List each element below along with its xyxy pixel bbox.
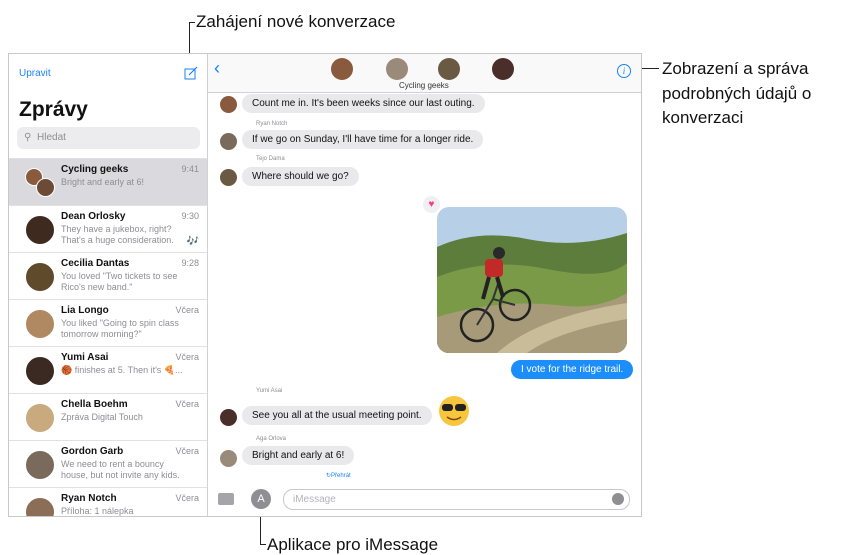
conversation-time: 9:30	[181, 211, 199, 221]
conversation-item-cecilia-dantas[interactable]: Cecilia Dantas 9:28 You loved "Two ticke…	[9, 252, 207, 299]
sunglasses-emoji-sticker	[439, 396, 469, 426]
search-placeholder: Hledat	[37, 132, 66, 143]
sender-name: Yumi Asai	[256, 388, 283, 394]
conversation-pane: ‹ Cycling geeks i Count me in. It's been…	[208, 54, 641, 516]
search-input[interactable]: ⚲ Hledat	[17, 127, 200, 149]
conversation-item-gordon-garb[interactable]: Gordon Garb Včera We need to rent a boun…	[9, 440, 207, 487]
conversation-preview: Příloha: 1 nálepka	[61, 506, 134, 516]
conversation-item-dean-orlosky[interactable]: Dean Orlosky 9:30 They have a jukebox, r…	[9, 205, 207, 252]
conversation-name: Chella Boehm	[61, 399, 128, 410]
conversation-preview: You loved "Two tickets to see Rico's new…	[61, 271, 178, 292]
page-title: Zprávy	[19, 98, 88, 121]
conversation-item-chella-boehm[interactable]: Chella Boehm Včera Zpráva Digital Touch	[9, 393, 207, 440]
avatar	[25, 215, 55, 245]
callout-line-new-conversation-h	[189, 22, 195, 23]
group-name[interactable]: Cycling geeks	[399, 81, 449, 90]
conversation-name: Ryan Notch	[61, 493, 117, 504]
callout-new-conversation: Zahájení nové konverzace	[196, 12, 396, 31]
conversation-time: 9:41	[181, 164, 199, 174]
imessage-placeholder: iMessage	[293, 494, 336, 505]
music-notes-icon: 🎶	[186, 236, 199, 247]
avatar	[220, 409, 237, 426]
avatar	[25, 262, 55, 292]
conversation-item-ryan-notch[interactable]: Ryan Notch Včera Příloha: 1 nálepka	[9, 487, 207, 516]
compose-icon[interactable]	[184, 66, 198, 80]
conversation-preview: We need to rent a bouncy house, but not …	[61, 459, 180, 480]
avatar	[25, 450, 55, 480]
info-icon[interactable]: i	[617, 64, 631, 78]
participant-avatar[interactable]	[331, 58, 353, 80]
conversation-name: Gordon Garb	[61, 446, 124, 457]
participant-avatar[interactable]	[438, 58, 460, 80]
callout-details-3: konverzaci	[662, 108, 744, 127]
message-bubble: Bright and early at 6!	[242, 446, 355, 465]
conversation-name: Lia Longo	[61, 305, 109, 316]
avatar	[25, 309, 55, 339]
sender-name: Aga Orlova	[256, 436, 287, 442]
ipad-screen: Upravit Zprávy ⚲ Hledat Cycling geeks 9:…	[8, 53, 642, 517]
conversation-preview: They have a jukebox, right? That's a hug…	[61, 224, 174, 245]
conversation-preview: 🏀 finishes at 5. Then it's 🍕...	[61, 365, 183, 375]
avatar	[220, 133, 237, 150]
camera-icon[interactable]	[218, 493, 234, 505]
compose-bar: A iMessage	[208, 486, 641, 516]
conversation-time: Včera	[175, 493, 199, 503]
conversation-name: Cecilia Dantas	[61, 258, 130, 269]
conversation-time: 9:28	[181, 258, 199, 268]
replay-link[interactable]: ↻Přehrát	[326, 472, 351, 479]
sender-name: Ryan Notch	[256, 121, 288, 127]
outgoing-message-bubble: I vote for the ridge trail.	[511, 360, 634, 379]
avatar	[220, 169, 237, 186]
conversation-time: Včera	[175, 446, 199, 456]
conversation-name: Yumi Asai	[61, 352, 109, 363]
microphone-icon[interactable]	[612, 493, 624, 505]
app-store-icon[interactable]: A	[251, 489, 271, 509]
conversation-name: Dean Orlosky	[61, 211, 126, 222]
heart-tapback-icon[interactable]: ♥	[423, 196, 440, 213]
search-icon: ⚲	[24, 132, 32, 143]
conversation-item-lia-longo[interactable]: Lia Longo Včera You liked "Going to spin…	[9, 299, 207, 346]
edit-button[interactable]: Upravit	[19, 68, 51, 79]
conversation-time: Včera	[175, 305, 199, 315]
conversation-name: Cycling geeks	[61, 164, 129, 175]
callout-line-apps-h	[260, 544, 266, 545]
conversation-time: Včera	[175, 352, 199, 362]
message-bubble: If we go on Sunday, I'll have time for a…	[242, 130, 484, 149]
conversation-preview: You liked "Going to spin class tomorrow …	[61, 318, 179, 339]
avatar	[25, 356, 55, 386]
message-bubble: Count me in. It's been weeks since our l…	[242, 94, 485, 113]
conversation-preview: Bright and early at 6!	[61, 177, 145, 187]
avatar	[25, 497, 55, 516]
avatar	[220, 96, 237, 113]
callout-details-2: podrobných údajů o	[662, 84, 812, 103]
callout-imessage-apps: Aplikace pro iMessage	[267, 535, 439, 554]
message-bubble: See you all at the usual meeting point.	[242, 406, 432, 425]
avatar	[25, 403, 55, 433]
conversation-header: ‹ Cycling geeks i	[208, 54, 641, 93]
conversation-list-sidebar: Upravit Zprávy ⚲ Hledat Cycling geeks 9:…	[9, 54, 208, 516]
conversation-time: Včera	[175, 399, 199, 409]
avatar	[220, 450, 237, 467]
callout-details-1: Zobrazení a správa	[662, 59, 809, 78]
message-bubble: Where should we go?	[242, 167, 359, 186]
participant-avatar[interactable]	[386, 58, 408, 80]
conversation-item-cycling-geeks[interactable]: Cycling geeks 9:41 Bright and early at 6…	[9, 158, 207, 205]
sender-name: Tejo Dama	[256, 156, 285, 162]
imessage-input[interactable]: iMessage	[283, 489, 630, 510]
photo-attachment-cyclist[interactable]	[437, 207, 627, 353]
conversation-preview: Zpráva Digital Touch	[61, 412, 143, 422]
conversation-item-yumi-asai[interactable]: Yumi Asai Včera 🏀 finishes at 5. Then it…	[9, 346, 207, 393]
participant-avatar[interactable]	[492, 58, 514, 80]
back-chevron-icon[interactable]: ‹	[214, 58, 220, 79]
group-avatar	[25, 168, 55, 197]
